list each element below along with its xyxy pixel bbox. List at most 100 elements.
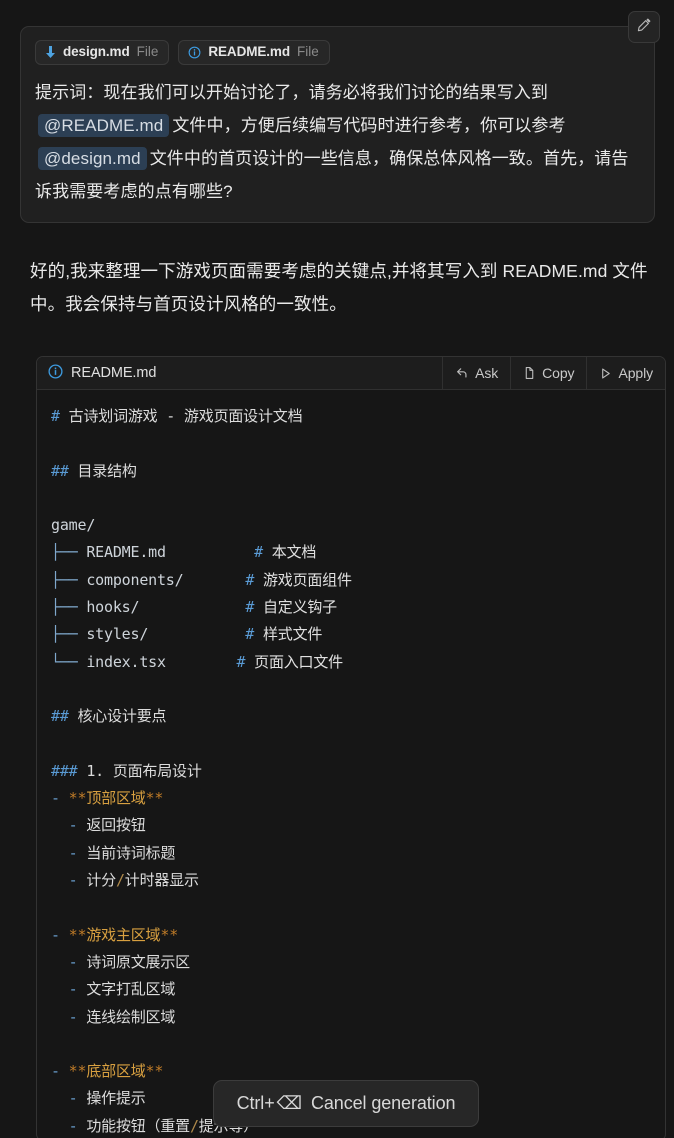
code-line: - 诗词原文展示区	[51, 949, 665, 976]
info-circle-icon	[48, 363, 63, 383]
code-token: 游戏页面组件	[254, 570, 352, 589]
code-token: 文字打乱区域	[77, 980, 176, 999]
code-token: -	[68, 871, 78, 890]
user-message: design.md File README.md File 提示词：现在我们可以…	[20, 11, 660, 223]
code-token: 顶部区域	[86, 789, 146, 808]
code-token: 游戏主区域	[86, 925, 161, 944]
code-line: - 计分/计时器显示	[51, 867, 665, 894]
backspace-icon: ⌫	[276, 1093, 302, 1113]
code-token: #	[236, 652, 246, 671]
code-token: └──	[51, 652, 78, 671]
file-chip-kind: File	[296, 44, 319, 59]
mention-design-md[interactable]: @design.md	[38, 146, 147, 170]
code-block-title: README.md	[37, 357, 442, 389]
code-token: 底部区域	[86, 1062, 146, 1081]
code-token: -	[68, 816, 78, 835]
assistant-reply: 好的,我来整理一下游戏页面需要考虑的关键点,并将其写入到 README.md 文…	[30, 261, 648, 314]
code-token: 1. 页面布局设计	[77, 761, 202, 780]
pin-icon	[45, 45, 56, 59]
code-token: 操作提示	[77, 1089, 146, 1108]
code-token: ├──	[51, 543, 78, 562]
code-token: ├──	[51, 570, 78, 589]
play-triangle-icon	[599, 367, 612, 380]
code-line: - 当前诗词标题	[51, 840, 665, 867]
prompt-segment-text: 提示词：现在我们可以开始讨论了，请务必将我们讨论的结果写入到	[35, 82, 548, 102]
code-line: ## 目录结构	[51, 458, 665, 485]
code-token: -	[51, 1062, 60, 1081]
code-line: game/	[51, 512, 665, 539]
code-token: **	[145, 1062, 164, 1081]
copy-button[interactable]: Copy	[510, 357, 586, 389]
code-block-header: README.md Ask Copy Apply	[37, 357, 665, 390]
code-token: **	[59, 1062, 87, 1081]
code-token: -	[68, 1089, 78, 1108]
info-circle-icon	[188, 46, 201, 59]
code-token: **	[160, 925, 179, 944]
ask-button[interactable]: Ask	[442, 357, 510, 389]
code-token: #	[245, 570, 255, 589]
code-token: 计时器显示	[124, 871, 199, 890]
cancel-shortcut-modifier: Ctrl+	[236, 1093, 275, 1113]
file-chip-name: README.md	[208, 44, 290, 59]
code-block: README.md Ask Copy Apply # 古诗划词游戏 - 游戏页面…	[36, 356, 666, 1138]
file-chip-name: design.md	[63, 44, 130, 59]
code-token: 本文档	[262, 543, 317, 562]
code-line: ├── components/ # 游戏页面组件	[51, 567, 665, 594]
code-token: ├──	[51, 598, 78, 617]
code-token: 当前诗词标题	[77, 843, 176, 862]
code-line: # 古诗划词游戏 - 游戏页面设计文档	[51, 403, 665, 430]
code-block-actions: Ask Copy Apply	[442, 357, 665, 389]
prompt-segment-text: 文件中，方便后续编写代码时进行参考，你可以参考	[172, 115, 566, 135]
code-token: 计分	[77, 871, 116, 890]
code-line: ├── styles/ # 样式文件	[51, 621, 665, 648]
cancel-generation-button[interactable]: Ctrl+ ⌫ Cancel generation	[213, 1080, 479, 1127]
code-block-filename: README.md	[71, 365, 157, 381]
apply-button[interactable]: Apply	[586, 357, 665, 389]
code-token: #	[254, 543, 263, 562]
code-token: 功能按钮（重置	[77, 1116, 190, 1135]
reply-arrow-icon	[455, 366, 469, 380]
code-line: - 文字打乱区域	[51, 976, 665, 1003]
code-token: 古诗划词游戏 - 游戏页面设计文档	[59, 407, 303, 425]
code-token: styles/	[77, 625, 149, 644]
pencil-icon	[637, 17, 652, 37]
code-token: 页面入口文件	[245, 652, 343, 671]
cancel-shortcut: Ctrl+ ⌫	[237, 1093, 302, 1114]
mention-readme-md[interactable]: @README.md	[38, 113, 170, 137]
code-token: 核心设计要点	[68, 707, 167, 726]
code-token: -	[68, 952, 78, 971]
code-token: **	[59, 925, 87, 944]
edit-prompt-button[interactable]	[628, 11, 660, 43]
code-block-content[interactable]: # 古诗划词游戏 - 游戏页面设计文档 ## 目录结构 game/ ├── REA…	[37, 390, 665, 1138]
file-chip-readme-md[interactable]: README.md File	[178, 40, 330, 65]
code-token: components/	[77, 570, 184, 589]
code-token: index.tsx	[77, 652, 166, 671]
code-token: -	[68, 1116, 78, 1135]
code-token: #	[245, 625, 255, 644]
code-token: ##	[51, 461, 69, 480]
copy-button-label: Copy	[542, 365, 575, 381]
file-chip-design-md[interactable]: design.md File	[35, 40, 170, 65]
code-token: 连线绘制区域	[77, 1007, 176, 1026]
apply-button-label: Apply	[618, 365, 653, 381]
code-line: ## 核心设计要点	[51, 703, 665, 730]
code-token: **	[59, 789, 87, 808]
code-token: README.md	[77, 543, 166, 562]
code-token: ##	[51, 707, 69, 726]
code-token: #	[245, 598, 255, 617]
